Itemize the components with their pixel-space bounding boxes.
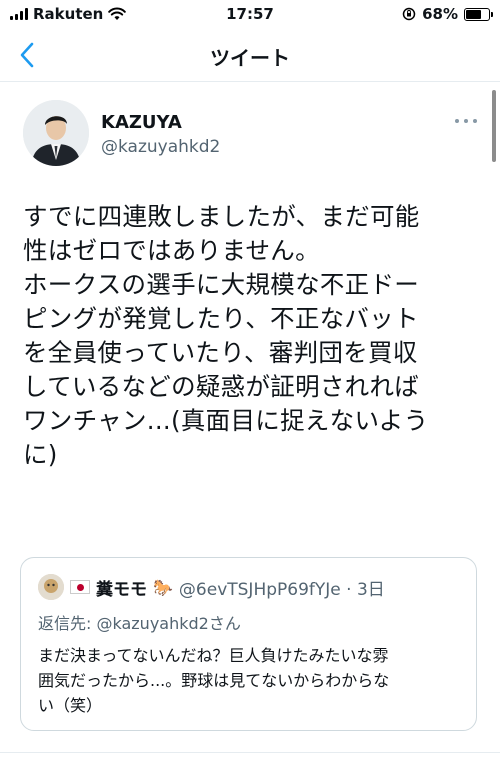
status-right: 68% — [402, 5, 493, 23]
quoted-tweet-header: 糞モモ 🐎 @6evTSJHpP69fYJe · 3日 — [38, 574, 385, 600]
quoted-display-name: 糞モモ — [96, 579, 147, 600]
user-handle[interactable]: @kazuyahkd2 — [101, 137, 220, 157]
orientation-lock-icon — [402, 7, 416, 21]
reply-label: 返信先: — [38, 614, 97, 633]
scrollbar[interactable] — [492, 90, 496, 162]
quoted-avatar — [38, 574, 64, 600]
more-options-icon[interactable] — [455, 116, 477, 126]
reply-user-link[interactable]: @kazuyahkd2さん — [96, 614, 240, 633]
quoted-handle-time: @6evTSJHpP69fYJe · 3日 — [178, 579, 385, 600]
battery-percent: 68% — [422, 5, 458, 23]
status-bar: Rakuten 17:57 68% — [0, 0, 500, 30]
tweet-header: KAZUYA @kazuyahkd2 — [0, 90, 500, 180]
tweet-text: すでに四連敗しましたが、まだ可能 性はゼロではありません。 ホークスの選手に大規… — [23, 202, 429, 469]
display-name[interactable]: KAZUYA — [101, 112, 182, 133]
quoted-tweet-text: まだ決まってないんだね？巨人負けたみたいな雰 囲気だったから...。野球は見てな… — [38, 646, 390, 715]
battery-level — [466, 9, 481, 19]
nav-bar: ツイート — [0, 30, 500, 82]
page-title: ツイート — [210, 46, 290, 70]
avatar[interactable] — [23, 100, 89, 166]
divider — [0, 752, 500, 753]
horse-icon: 🐎 — [153, 577, 173, 597]
battery-icon — [464, 7, 493, 21]
japan-flag-icon — [70, 580, 90, 594]
quoted-tweet[interactable]: 糞モモ 🐎 @6evTSJHpP69fYJe · 3日 返信先: @kazuya… — [20, 557, 477, 731]
reply-to-line: 返信先: @kazuyahkd2さん — [38, 610, 241, 634]
